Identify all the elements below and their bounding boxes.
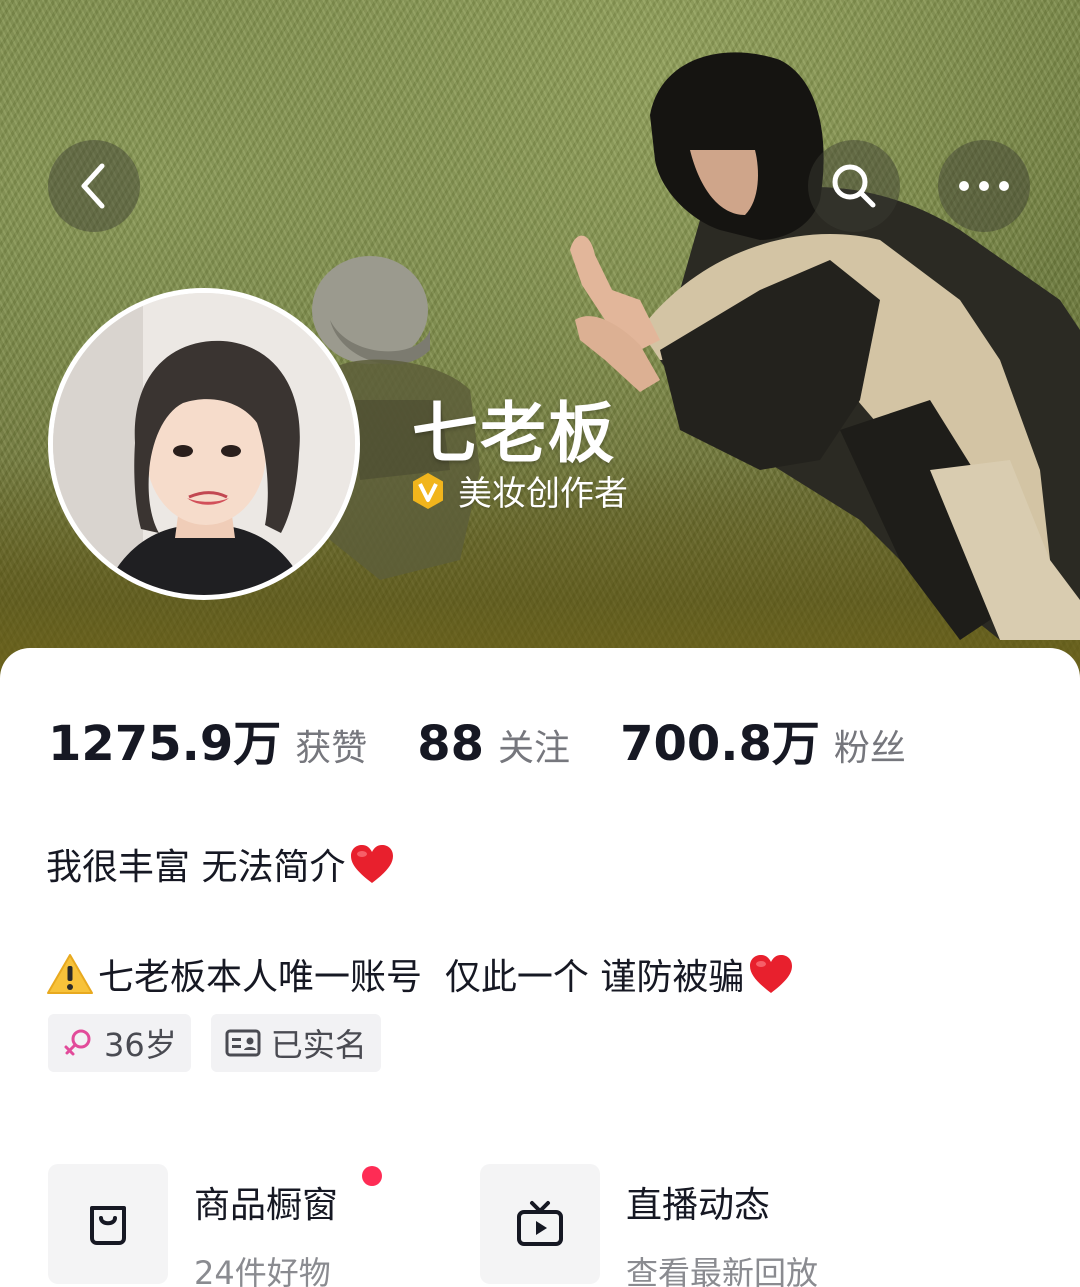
bio-text-2: 七老板本人唯一账号 仅此一个 谨防被骗	[98, 957, 745, 998]
notification-dot	[362, 1166, 382, 1186]
entry-subtitle: 查看最新回放	[626, 1254, 819, 1287]
creator-label: 美妆创作者	[458, 474, 628, 514]
entry-live[interactable]: 直播动态 查看最新回放	[480, 1164, 912, 1287]
more-button[interactable]	[938, 140, 1030, 232]
bio-line-2: 七老板本人唯一账号 仅此一个 谨防被骗	[46, 948, 794, 1000]
avatar-photo	[53, 293, 355, 595]
entry-shop-window[interactable]: 商品橱窗 24件好物	[48, 1164, 480, 1287]
stat-likes[interactable]: 1275.9万 获赞	[48, 704, 367, 774]
stats-bar: 1275.9万 获赞 88 关注 700.8万 粉丝	[48, 704, 956, 774]
stat-value: 1275.9万	[48, 716, 282, 772]
stat-label: 获赞	[295, 728, 368, 769]
tag-verified-text: 已实名	[270, 1026, 367, 1064]
profile-entries: 商品橱窗 24件好物 直播动态 查看最新回放	[48, 1164, 912, 1287]
tag-age-text: 36岁	[104, 1026, 177, 1064]
profile-page: 七老板 美妆创作者 1275.9万 获赞 88 关注 700.8万 粉丝 我很丰…	[0, 0, 1080, 1287]
chevron-left-icon	[81, 163, 105, 209]
tv-play-icon	[517, 1201, 563, 1246]
more-dots-icon	[959, 181, 1009, 191]
stat-label: 关注	[498, 728, 571, 769]
shopping-bag-icon	[90, 1206, 126, 1245]
tag-verified: 已实名	[210, 1014, 381, 1072]
profile-tags: 36岁 已实名	[48, 1014, 401, 1072]
warning-icon	[47, 954, 93, 994]
id-card-icon	[225, 1029, 261, 1057]
red-heart-icon	[351, 845, 394, 883]
stat-value: 88	[417, 716, 485, 772]
entry-title: 直播动态	[626, 1185, 771, 1226]
nickname: 七老板	[412, 395, 616, 472]
stat-followers[interactable]: 700.8万 粉丝	[620, 704, 906, 774]
female-icon	[64, 1029, 91, 1056]
entry-icon-box	[480, 1164, 600, 1284]
back-button[interactable]	[48, 140, 140, 232]
bio-line-1: 我很丰富 无法简介	[46, 838, 395, 890]
entry-texts: 商品橱窗 24件好物	[194, 1164, 382, 1287]
avatar[interactable]	[48, 288, 360, 600]
bio-text-1: 我很丰富 无法简介	[46, 847, 346, 888]
stat-label: 粉丝	[833, 728, 906, 769]
red-heart-icon	[750, 955, 793, 993]
creator-badge[interactable]: 美妆创作者	[408, 466, 628, 515]
verified-v-badge-icon	[413, 472, 443, 509]
entry-title: 商品橱窗	[194, 1185, 339, 1226]
search-icon	[832, 164, 876, 208]
entry-icon-box	[48, 1164, 168, 1284]
profile-card: 1275.9万 获赞 88 关注 700.8万 粉丝 我很丰富 无法简介 七老板…	[0, 648, 1080, 1287]
tag-age: 36岁	[48, 1014, 191, 1072]
stat-following[interactable]: 88 关注	[417, 716, 570, 772]
search-button[interactable]	[808, 140, 900, 232]
entry-subtitle: 24件好物	[194, 1254, 331, 1287]
entry-texts: 直播动态 查看最新回放	[626, 1164, 818, 1287]
stat-value: 700.8万	[620, 716, 820, 772]
